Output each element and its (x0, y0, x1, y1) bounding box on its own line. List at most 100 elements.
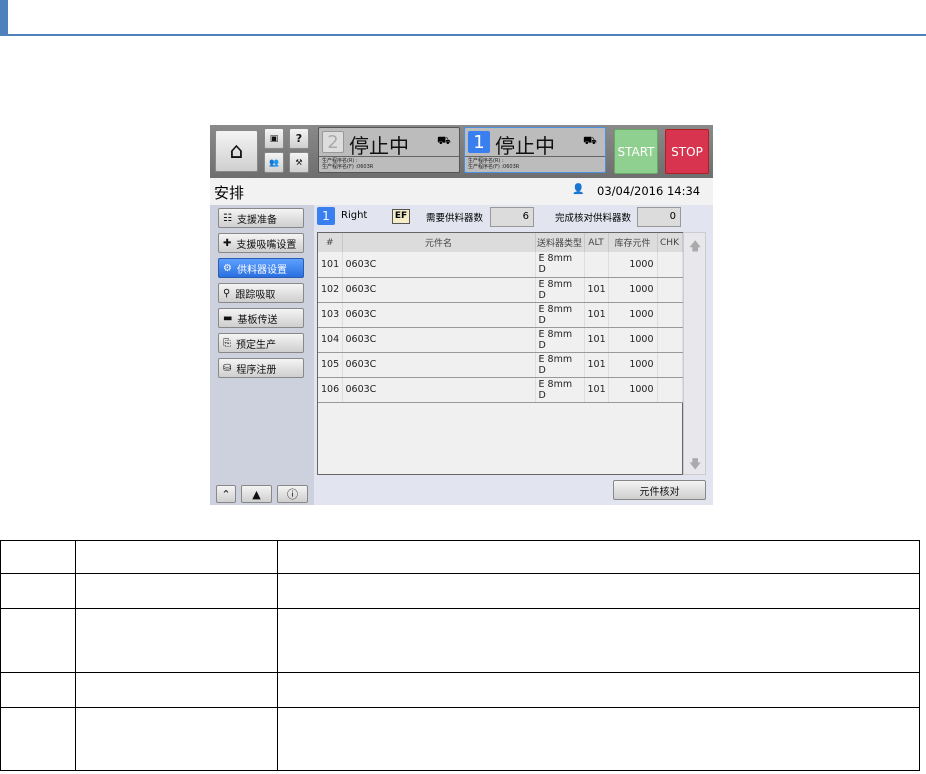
tool-icon: ⚒ (295, 158, 303, 167)
feeder-table: # 元件名 送料器类型 ALT 库存元件 CHK 101 0603C E 8mm D 1000 1… (317, 232, 683, 475)
checked-feeders-value: 0 (637, 207, 681, 227)
column-header[interactable]: CHK (657, 233, 683, 252)
table-cell: 0603C (342, 377, 536, 403)
info-button[interactable]: ⓘ (277, 485, 308, 503)
list-icon: ☷ (223, 212, 232, 224)
need-feeders-label: 需要供料器数 (426, 213, 484, 224)
collapse-button[interactable]: ⌃ (216, 485, 236, 503)
table-cell: 104 (318, 327, 343, 353)
home-button[interactable]: ⌂ (215, 130, 258, 172)
table-row[interactable]: 106 0603C E 8mm D 101 1000 (318, 377, 683, 403)
table-row (0, 540, 920, 574)
table-cell: E 8mm D (535, 302, 585, 328)
arrow-up-icon[interactable]: 🡅 (689, 237, 701, 258)
ef-badge: EF (392, 209, 410, 224)
table-cell: 101 (584, 327, 609, 353)
trace-icon: ⚲ (223, 287, 231, 299)
sidebar-item-label: 供料器设置 (236, 264, 287, 276)
sidebar-item-0[interactable]: ☷ 支援准备 (218, 208, 304, 228)
scrollbar[interactable]: 🡅 🡇 (683, 232, 706, 475)
nozzle-icon: ✚ (223, 237, 232, 249)
status-text: 停止中 (495, 134, 555, 158)
checked-feeders-label: 完成核对供料器数 (555, 213, 632, 224)
lane-badge: 1 (317, 207, 335, 225)
table-cell: 101 (584, 277, 609, 303)
help-icon: ? (295, 132, 303, 145)
sidebar-item-label: 预定生产 (236, 339, 276, 351)
users-icon: 👥 (269, 158, 279, 167)
verify-parts-button[interactable]: 元件核对 (613, 480, 706, 500)
sidebar-item-label: 支援准备 (236, 214, 277, 226)
table-cell (657, 302, 683, 328)
table-cell (657, 252, 683, 278)
table-cell: 1000 (608, 352, 658, 378)
sidebar-item-label: 支援吸嘴设置 (236, 239, 297, 251)
users-button[interactable]: 👥 (264, 152, 284, 173)
table-cell: 0603C (342, 352, 536, 378)
table-row[interactable]: 103 0603C E 8mm D 101 1000 (318, 302, 683, 328)
tool-button[interactable]: ⚒ (289, 152, 309, 173)
table-row[interactable]: 102 0603C E 8mm D 101 1000 (318, 277, 683, 303)
table-row (0, 573, 920, 609)
table-cell: 0603C (342, 252, 536, 278)
table-cell: E 8mm D (535, 252, 585, 278)
manual-button[interactable]: ▣ (264, 128, 284, 149)
table-cell (657, 277, 683, 303)
table-cell: 1000 (608, 252, 658, 278)
column-header[interactable]: 库存元件 (608, 233, 658, 252)
table-cell: 1000 (608, 377, 658, 403)
table-cell: 101 (584, 377, 609, 403)
user-icon: 👤 (572, 184, 585, 195)
start-button[interactable]: START (614, 129, 658, 174)
sidebar-item-label: 跟踪吸取 (235, 289, 276, 301)
table-cell: 0603C (342, 277, 536, 303)
arrow-down-icon[interactable]: 🡇 (689, 455, 701, 476)
page-title: 安排 (214, 184, 245, 202)
table-cell: 101 (318, 252, 343, 278)
table-cell (657, 377, 683, 403)
table-row (0, 707, 920, 771)
table-cell: E 8mm D (535, 352, 585, 378)
table-row[interactable]: 105 0603C E 8mm D 101 1000 (318, 352, 683, 378)
table-cell: 106 (318, 377, 343, 403)
sidebar-item-6[interactable]: ⛁ 程序注册 (218, 358, 304, 378)
sidebar-item-1[interactable]: ✚ 支援吸嘴设置 (218, 233, 304, 253)
feeder-icon: ⛟ (437, 134, 451, 147)
column-header[interactable]: ALT (584, 233, 609, 252)
feeder-icon: ⚙ (223, 262, 232, 274)
table-row (0, 608, 920, 673)
feeder-icon: ⛟ (583, 134, 597, 147)
table-cell: 1000 (608, 327, 658, 353)
table-row[interactable]: 101 0603C E 8mm D 1000 (318, 252, 683, 278)
description-table (0, 540, 920, 771)
status-panel-lane1[interactable]: 1 停止中 ⛟ 生产程序名(R) : 生产程序名(F) :0603R (464, 127, 606, 173)
program-f: 生产程序名(F) :0603R (468, 164, 520, 170)
table-cell (584, 252, 609, 278)
help-button[interactable]: ? (289, 128, 309, 149)
need-feeders-value: 6 (490, 207, 534, 227)
lane-label: Right (341, 210, 368, 221)
machine-screen: ⌂ ▣ ? 👥 ⚒ 2 停止中 ⛟ 生产程序名(R) : 生产程序名(F) :0… (210, 125, 713, 505)
status-panel-lane2[interactable]: 2 停止中 ⛟ 生产程序名(R) : 生产程序名(F) :0603R (318, 127, 460, 173)
sidebar-item-3[interactable]: ⚲ 跟踪吸取 (218, 283, 304, 303)
warning-button[interactable]: ▲ (241, 485, 272, 503)
table-cell: 0603C (342, 302, 536, 328)
sidebar-item-5[interactable]: ⎘ 预定生产 (218, 333, 304, 353)
sidebar-item-4[interactable]: ▬ 基板传送 (218, 308, 304, 328)
manual-icon: ▣ (269, 133, 279, 144)
datetime: 03/04/2016 14:34 (597, 184, 701, 198)
table-row[interactable]: 104 0603C E 8mm D 101 1000 (318, 327, 683, 353)
title-row: 安排 👤 03/04/2016 14:34 (210, 178, 713, 205)
info-icon: ⓘ (287, 488, 298, 501)
lane-number: 2 (322, 131, 344, 153)
home-icon: ⌂ (229, 138, 244, 164)
table-cell: 105 (318, 352, 343, 378)
column-header[interactable]: 送料器类型 (535, 233, 585, 252)
column-header[interactable]: # (318, 233, 343, 252)
table-cell (657, 352, 683, 378)
double-chevron-up-icon: ⌃ (221, 487, 231, 501)
column-header[interactable]: 元件名 (342, 233, 536, 252)
top-bar: ⌂ ▣ ? 👥 ⚒ 2 停止中 ⛟ 生产程序名(R) : 生产程序名(F) :0… (210, 125, 713, 178)
stop-button[interactable]: STOP (665, 129, 709, 174)
sidebar-item-2[interactable]: ⚙ 供料器设置 (218, 258, 304, 278)
